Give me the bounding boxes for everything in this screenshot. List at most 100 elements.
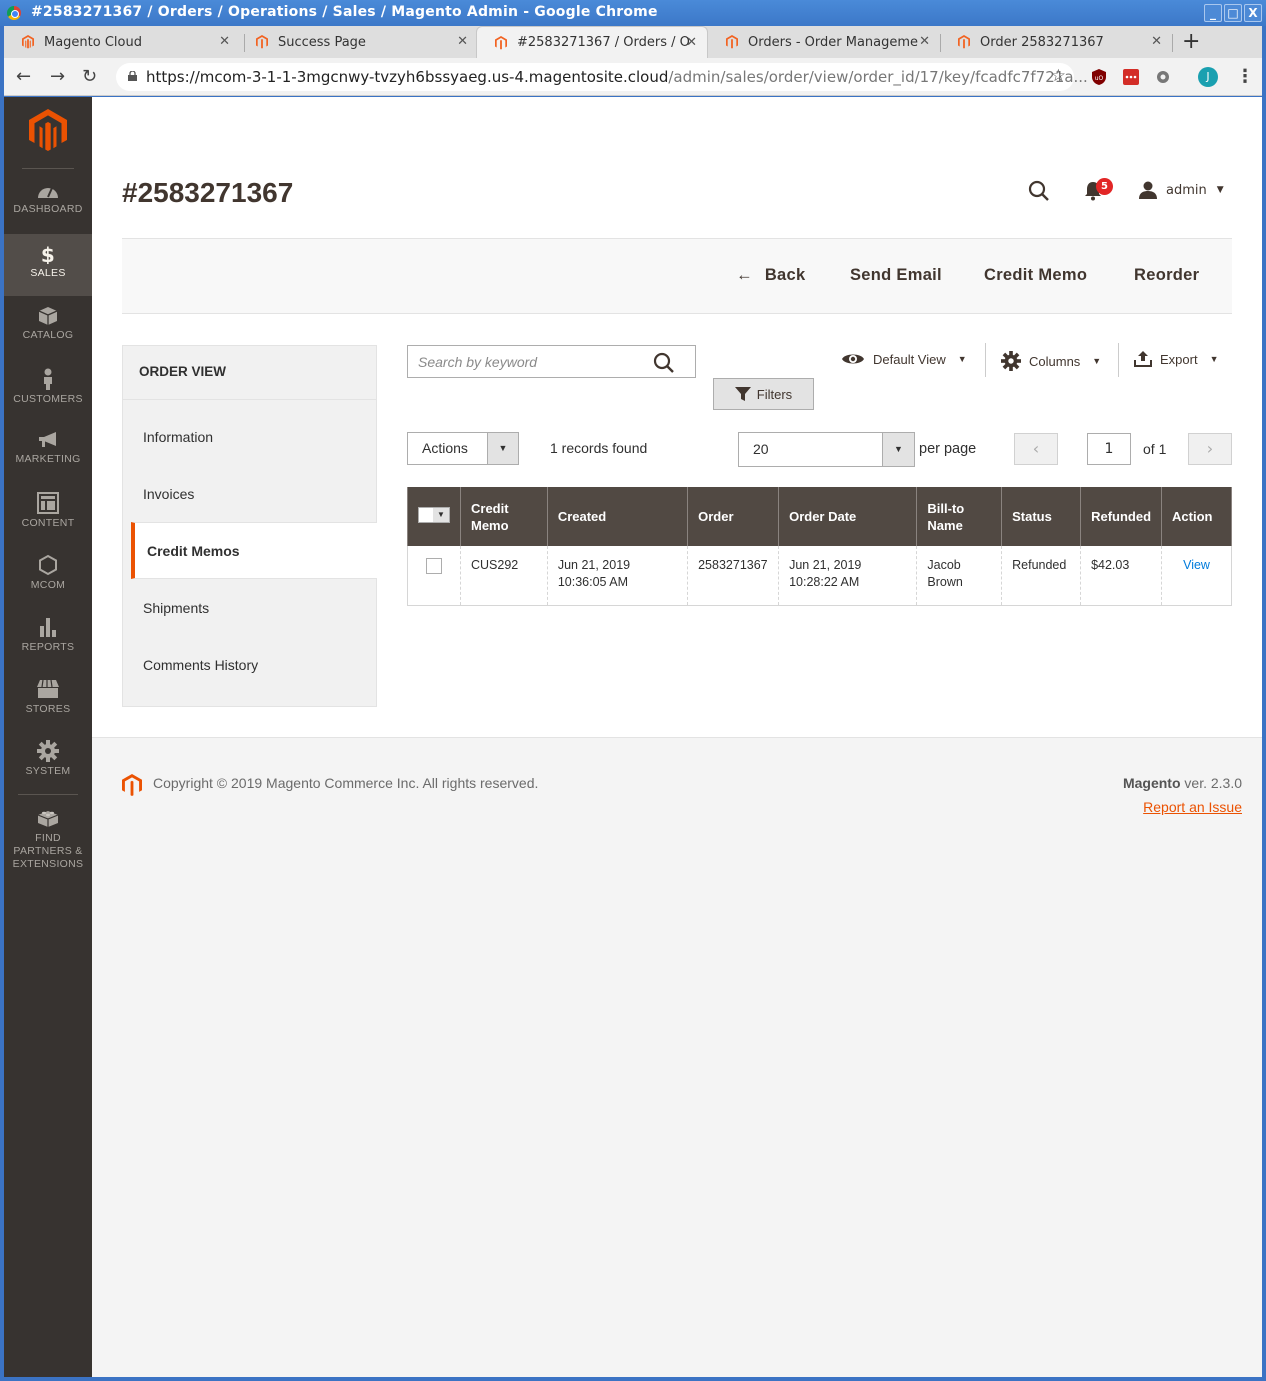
browser-tab-active[interactable]: #2583271367 / Orders / O ✕ <box>476 26 708 58</box>
nav-item-marketing[interactable]: MARKETING <box>4 420 92 482</box>
back-button[interactable]: ← Back <box>736 266 805 285</box>
nav-label: CONTENT <box>21 517 75 529</box>
search-icon[interactable] <box>1028 180 1050 202</box>
back-arrow-icon[interactable]: ← <box>16 66 31 87</box>
address-bar[interactable]: https://mcom-3-1-1-3mgcnwy-tvzyh6bssyaeg… <box>116 63 1088 91</box>
bookmark-star-icon[interactable]: ☆ <box>1051 66 1066 86</box>
tab-separator <box>1172 34 1173 52</box>
created-date: Jun 21, 2019 <box>557 558 631 572</box>
funnel-icon <box>734 387 751 401</box>
column-header-created[interactable]: Created <box>546 487 689 546</box>
user-name: admin <box>1166 182 1207 198</box>
url-path: /admin/sales/order/view/order_id/17/key/… <box>668 68 1088 86</box>
browser-tab[interactable]: Order 2583271367 ✕ <box>940 26 1172 58</box>
lock-icon <box>128 71 137 81</box>
reload-icon[interactable]: ↻ <box>82 66 97 87</box>
page-viewport: DASHBOARD $ SALES CATALOG CUSTOMERS MARK… <box>4 97 1262 1377</box>
maximize-button[interactable]: □ <box>1224 4 1242 22</box>
total-pages: of 1 <box>1143 441 1167 457</box>
profile-avatar[interactable]: J <box>1198 67 1218 87</box>
tab-close-icon[interactable]: ✕ <box>457 34 468 49</box>
minimize-button[interactable]: _ <box>1204 4 1222 22</box>
search-input[interactable] <box>408 346 648 377</box>
browser-tab[interactable]: Success Page ✕ <box>238 26 478 58</box>
tab-credit-memos[interactable]: Credit Memos <box>131 522 377 579</box>
reorder-button[interactable]: Reorder <box>1134 266 1199 285</box>
nav-item-sales[interactable]: $ SALES <box>4 234 92 296</box>
grid-header-row: ▼ Credit Memo Created Order Order Date B… <box>407 487 1232 546</box>
browser-menu-icon[interactable]: ⋮ <box>1236 66 1254 87</box>
lego-block-icon <box>37 811 59 827</box>
ublock-extension-icon[interactable]: uO <box>1091 69 1107 85</box>
caret-down-icon: ▼ <box>1092 356 1102 366</box>
new-tab-button[interactable]: + <box>1182 29 1200 54</box>
page-number-input[interactable]: 1 <box>1087 433 1131 465</box>
keyword-search <box>407 345 696 378</box>
arrow-left-icon: ← <box>736 266 753 284</box>
mass-select-checkbox[interactable]: ▼ <box>418 507 450 523</box>
close-window-button[interactable]: X <box>1244 4 1262 22</box>
row-checkbox[interactable] <box>426 558 442 574</box>
next-page-button[interactable]: › <box>1188 433 1232 465</box>
caret-down-icon: ▼ <box>882 433 914 466</box>
tab-close-icon[interactable]: ✕ <box>219 34 230 49</box>
records-count: 1 records found <box>550 440 648 456</box>
column-header-bill-to-name[interactable]: Bill-to Name <box>916 487 1003 546</box>
column-header-credit-memo[interactable]: Credit Memo <box>460 487 548 546</box>
tab-information[interactable]: Information <box>123 409 376 466</box>
browser-tab[interactable]: Magento Cloud ✕ <box>4 26 240 58</box>
prev-page-button[interactable]: ‹ <box>1014 433 1058 465</box>
tab-invoices[interactable]: Invoices <box>123 466 376 523</box>
nav-item-find-partners[interactable]: FIND PARTNERS & EXTENSIONS <box>4 797 92 877</box>
browser-tab[interactable]: Orders - Order Manageme ✕ <box>708 26 940 58</box>
layout-icon <box>37 492 59 514</box>
tab-comments-history[interactable]: Comments History <box>123 637 376 694</box>
columns-dropdown[interactable]: Columns ▼ <box>1001 351 1101 371</box>
nav-item-mcom[interactable]: MCOM <box>4 544 92 606</box>
window-frame <box>1262 26 1266 1381</box>
default-view-dropdown[interactable]: Default View ▼ <box>841 351 967 367</box>
settings-extension-icon[interactable] <box>1155 69 1171 85</box>
chevron-left-icon: ‹ <box>1032 439 1040 458</box>
column-header-refunded[interactable]: Refunded <box>1080 487 1163 546</box>
nav-label: MCOM <box>30 579 66 591</box>
nav-item-stores[interactable]: STORES <box>4 668 92 730</box>
nav-item-content[interactable]: CONTENT <box>4 482 92 544</box>
created-time: 10:36:05 AM <box>557 575 629 589</box>
view-link[interactable]: View <box>1183 558 1210 572</box>
lastpass-extension-icon[interactable] <box>1123 69 1139 85</box>
tab-close-icon[interactable]: ✕ <box>1151 34 1162 49</box>
column-header-order[interactable]: Order <box>687 487 780 546</box>
magento-favicon-icon <box>495 35 507 49</box>
storefront-icon <box>37 679 59 698</box>
eye-icon <box>842 354 864 364</box>
nav-item-system[interactable]: SYSTEM <box>4 730 92 792</box>
nav-item-customers[interactable]: CUSTOMERS <box>4 358 92 420</box>
user-menu[interactable]: admin ▼ <box>1138 181 1224 199</box>
magento-favicon-icon <box>958 35 970 49</box>
notifications-badge: 5 <box>1096 178 1113 195</box>
nav-item-dashboard[interactable]: DASHBOARD <box>4 172 92 234</box>
tab-close-icon[interactable]: ✕ <box>686 35 697 50</box>
per-page-select[interactable]: 20 ▼ <box>738 432 915 467</box>
report-issue-link[interactable]: Report an Issue <box>1143 799 1242 815</box>
tab-shipments[interactable]: Shipments <box>123 580 376 637</box>
filters-button[interactable]: Filters <box>713 378 814 410</box>
credit-memo-button[interactable]: Credit Memo <box>984 266 1087 285</box>
nav-item-reports[interactable]: REPORTS <box>4 606 92 668</box>
upload-icon <box>1134 351 1152 367</box>
table-row: CUS292 Jun 21, 2019 10:36:05 AM 258327136… <box>407 546 1232 606</box>
credit-memos-grid: ▼ Credit Memo Created Order Order Date B… <box>407 487 1232 606</box>
column-header-order-date[interactable]: Order Date <box>778 487 918 546</box>
export-dropdown[interactable]: Export ▼ <box>1134 351 1219 367</box>
search-icon[interactable] <box>653 352 675 374</box>
nav-item-catalog[interactable]: CATALOG <box>4 296 92 358</box>
column-header-status[interactable]: Status <box>1001 487 1082 546</box>
magento-logo-icon[interactable] <box>29 109 67 151</box>
forward-arrow-icon[interactable]: → <box>50 66 65 87</box>
tab-close-icon[interactable]: ✕ <box>919 34 930 49</box>
send-email-button[interactable]: Send Email <box>850 266 942 285</box>
mass-actions-dropdown[interactable]: Actions ▼ <box>407 432 519 465</box>
main-content: #2583271367 5 admin ▼ ← Back Send Email C… <box>92 97 1262 737</box>
cell-refunded: $42.03 <box>1080 546 1162 606</box>
